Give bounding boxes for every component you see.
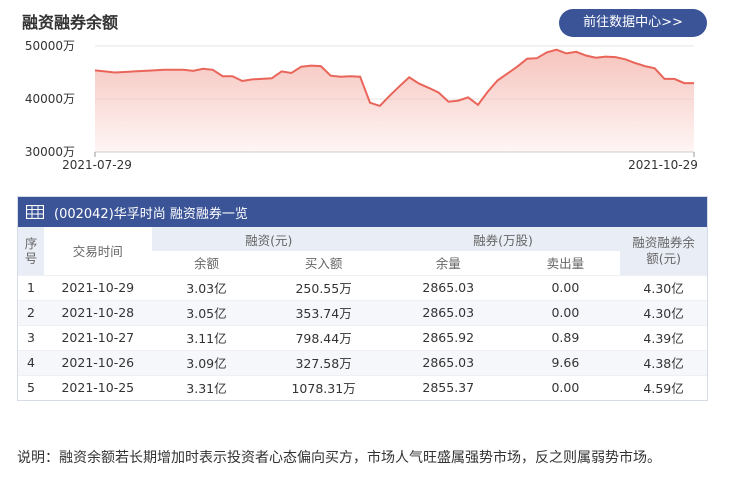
cell-date: 2021-10-27 (43, 324, 152, 350)
header-buy: 买入额 (304, 256, 343, 272)
table-row: 5 2021-10-25 3.31亿 1078.31万 2855.37 0.00 4.59亿 (18, 374, 707, 400)
cell-balance: 3.09亿 (151, 349, 262, 375)
cell-balance: 3.03亿 (151, 274, 262, 300)
header-seq: 序号 (18, 227, 44, 275)
cell-seq: 3 (18, 324, 44, 350)
cell-sell: 0.00 (510, 299, 621, 325)
margin-table: (002042)华孚时尚 融资融券一览 序号 交易时间 融资(元) 融券(万股)… (17, 196, 708, 401)
table-row: 3 2021-10-27 3.11亿 798.44万 2865.92 0.89 4.39亿 (18, 324, 707, 350)
cell-date: 2021-10-26 (43, 349, 152, 375)
cell-buy: 1078.31万 (261, 374, 386, 400)
table-title: (002042)华孚时尚 融资融券一览 (54, 206, 248, 222)
header-date: 交易时间 (43, 227, 152, 275)
cell-total: 4.30亿 (620, 299, 707, 325)
cell-remain: 2865.03 (385, 349, 511, 375)
cell-seq: 2 (18, 299, 44, 325)
cell-buy: 353.74万 (261, 299, 386, 325)
page-title: 融资融券余额 (22, 13, 119, 32)
header-margin-group: 融资(元) (245, 232, 293, 248)
cell-balance: 3.31亿 (151, 374, 262, 400)
cell-total: 4.39亿 (620, 324, 707, 350)
table-body: 1 2021-10-29 3.03亿 250.55万 2865.03 0.00 4.30亿 2… (18, 274, 707, 400)
cell-sell: 0.00 (510, 374, 621, 400)
explanation-note: 说明：融资余额若长期增加时表示投资者心态偏向买方，市场人气旺盛属强势市场，反之则… (17, 450, 661, 466)
y-tick-label: 40000万 (25, 92, 75, 106)
data-center-button[interactable]: 前往数据中心>> (559, 9, 707, 37)
table-row: 2 2021-10-28 3.05亿 353.74万 2865.03 0.00 4.30亿 (18, 299, 707, 325)
header-remain: 余量 (435, 256, 461, 272)
header-total: 融资融券余额(元) (632, 234, 695, 266)
cell-total: 4.38亿 (620, 349, 707, 375)
header-balance: 余额 (193, 256, 219, 272)
cell-sell: 0.00 (510, 274, 621, 300)
cell-buy: 327.58万 (261, 349, 386, 375)
cell-sell: 9.66 (510, 349, 621, 375)
header-sell: 卖出量 (546, 256, 585, 272)
x-tick-label: 2021-10-29 (628, 158, 698, 172)
cell-seq: 5 (18, 374, 44, 400)
grid-icon (26, 205, 44, 219)
cell-remain: 2865.03 (385, 299, 511, 325)
cell-date: 2021-10-28 (43, 299, 152, 325)
series-area (95, 49, 694, 153)
cell-total: 4.30亿 (620, 274, 707, 300)
cell-remain: 2855.37 (385, 374, 511, 400)
cell-total: 4.59亿 (620, 374, 707, 400)
cell-remain: 2865.03 (385, 274, 511, 300)
cell-date: 2021-10-29 (43, 274, 152, 300)
cell-remain: 2865.92 (385, 324, 511, 350)
cell-balance: 3.05亿 (151, 299, 262, 325)
cell-balance: 3.11亿 (151, 324, 262, 350)
cell-buy: 798.44万 (261, 324, 386, 350)
x-tick-label: 2021-07-29 (62, 158, 132, 172)
table-title-bar: (002042)华孚时尚 融资融券一览 (18, 197, 707, 227)
cell-date: 2021-10-25 (43, 374, 152, 400)
table-row: 1 2021-10-29 3.03亿 250.55万 2865.03 0.00 4.30亿 (18, 274, 707, 300)
margin-data-table: 序号 交易时间 融资(元) 融券(万股) 融资融券余额(元) 余额 买入额 余量… (18, 227, 707, 400)
table-row: 4 2021-10-26 3.09亿 327.58万 2865.03 9.66 4.38亿 (18, 349, 707, 375)
y-tick-label: 50000万 (25, 39, 75, 53)
cell-buy: 250.55万 (261, 274, 386, 300)
cell-sell: 0.89 (510, 324, 621, 350)
cell-seq: 1 (18, 274, 44, 300)
cell-seq: 4 (18, 349, 44, 375)
margin-balance-chart: 50000万 40000万 30000万2021-07-29 2021-10-29 (25, 39, 698, 172)
header-short-group: 融券(万股) (473, 232, 533, 248)
y-tick-label: 30000万 (25, 145, 75, 159)
